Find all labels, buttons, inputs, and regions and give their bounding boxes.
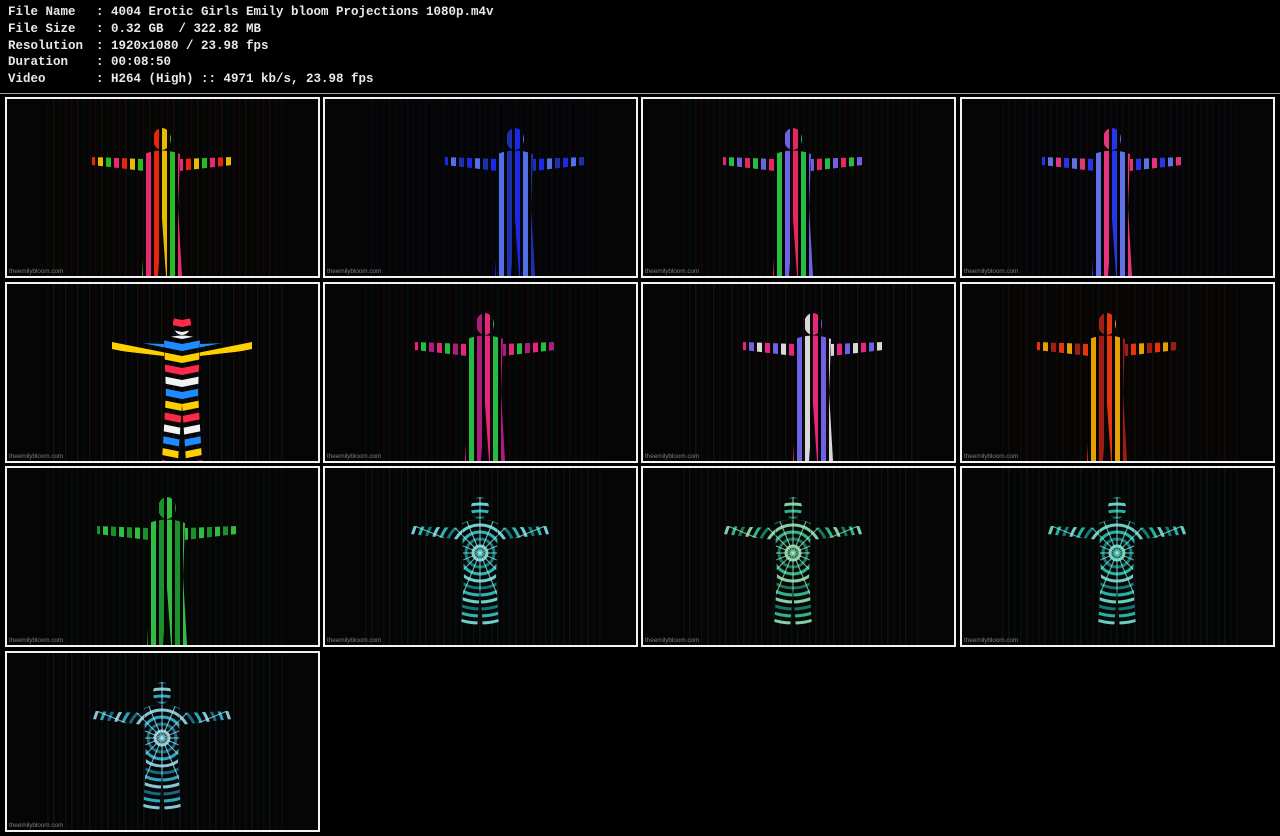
info-key: Resolution xyxy=(8,38,84,53)
file-info-header: File Name:4004 Erotic Girls Emily bloom … xyxy=(8,4,494,88)
video-thumbnail[interactable]: theemilybloom.com xyxy=(960,466,1275,647)
watermark-text: theemilybloom.com xyxy=(327,453,382,460)
thumbnail-frame-image xyxy=(643,284,954,461)
info-value: 4004 Erotic Girls Emily bloom Projection… xyxy=(111,5,494,19)
watermark-text: theemilybloom.com xyxy=(9,822,64,829)
thumbnail-frame-image xyxy=(325,284,636,461)
info-separator: : xyxy=(96,38,104,53)
watermark-text: theemilybloom.com xyxy=(9,268,64,275)
thumbnail-grid: theemilybloom.com theemilybloom.com theemi… xyxy=(0,94,1280,836)
info-key: Duration xyxy=(8,55,69,70)
info-value: 0.32 GB / 322.82 MB xyxy=(111,21,262,36)
thumbnail-frame-image xyxy=(7,468,318,645)
thumbnail-frame-image xyxy=(962,99,1273,276)
watermark-text: theemilybloom.com xyxy=(645,453,700,460)
video-thumbnail[interactable]: theemilybloom.com xyxy=(641,282,956,463)
watermark-text: theemilybloom.com xyxy=(964,268,1019,275)
info-row: File Size:0.32 GB / 322.82 MB xyxy=(8,21,494,38)
video-thumbnail[interactable]: theemilybloom.com xyxy=(5,651,320,832)
video-thumbnail[interactable]: theemilybloom.com xyxy=(323,97,638,278)
thumbnail-frame-image xyxy=(962,284,1273,461)
thumbnail-frame-image xyxy=(643,99,954,276)
thumbnail-frame-image xyxy=(7,284,318,461)
thumbnail-frame-image xyxy=(7,99,318,276)
watermark-text: theemilybloom.com xyxy=(9,637,64,644)
info-row: Resolution:1920x1080 / 23.98 fps xyxy=(8,38,494,55)
info-key: Video xyxy=(8,72,46,87)
info-row: Duration:00:08:50 xyxy=(8,54,494,71)
thumbnail-sheet: File Name:4004 Erotic Girls Emily bloom … xyxy=(0,0,1280,836)
info-value: 00:08:50 xyxy=(111,55,172,70)
watermark-text: theemilybloom.com xyxy=(327,268,382,275)
video-thumbnail[interactable]: theemilybloom.com xyxy=(641,97,956,278)
video-thumbnail[interactable]: theemilybloom.com xyxy=(5,466,320,647)
info-key: File Size xyxy=(8,21,76,36)
video-thumbnail[interactable]: theemilybloom.com xyxy=(323,282,638,463)
thumbnail-frame-image xyxy=(962,468,1273,645)
info-row: Video: H264 (High) :: 4971 kb/s, 23.98 fp… xyxy=(8,71,494,88)
video-thumbnail[interactable]: theemilybloom.com xyxy=(5,97,320,278)
video-thumbnail[interactable]: theemilybloom.com xyxy=(641,466,956,647)
video-thumbnail[interactable]: theemilybloom.com xyxy=(960,97,1275,278)
watermark-text: theemilybloom.com xyxy=(645,268,700,275)
watermark-text: theemilybloom.com xyxy=(645,637,700,644)
info-separator: : xyxy=(96,5,104,19)
watermark-text: theemilybloom.com xyxy=(9,453,64,460)
video-thumbnail[interactable]: theemilybloom.com xyxy=(960,282,1275,463)
watermark-text: theemilybloom.com xyxy=(964,453,1019,460)
info-value: 1920x1080 / 23.98 fps xyxy=(111,38,269,53)
info-value: H264 (High) :: 4971 kb/s, 23.98 fps xyxy=(111,72,374,87)
info-row: File Name:4004 Erotic Girls Emily bloom … xyxy=(8,4,494,21)
info-separator: : xyxy=(96,72,104,87)
info-separator: : xyxy=(96,55,104,70)
video-thumbnail[interactable]: theemilybloom.com xyxy=(5,282,320,463)
thumbnail-frame-image xyxy=(325,99,636,276)
watermark-text: theemilybloom.com xyxy=(327,637,382,644)
thumbnail-frame-image xyxy=(643,468,954,645)
thumbnail-frame-image xyxy=(325,468,636,645)
watermark-text: theemilybloom.com xyxy=(964,637,1019,644)
thumbnail-frame-image xyxy=(7,653,318,830)
info-separator: : xyxy=(96,21,104,36)
info-key: File Name xyxy=(8,5,76,19)
video-thumbnail[interactable]: theemilybloom.com xyxy=(323,466,638,647)
